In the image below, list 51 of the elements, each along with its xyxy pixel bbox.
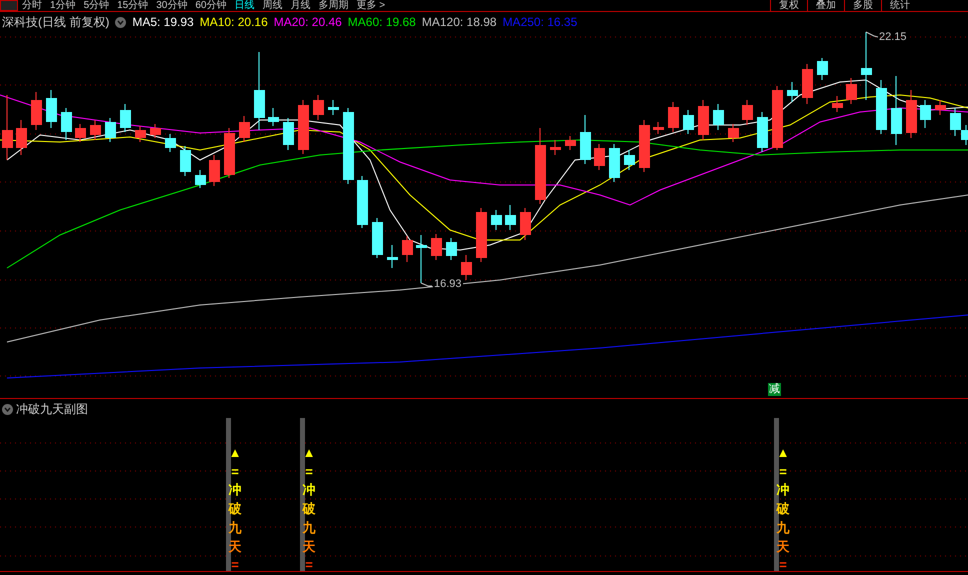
signal-glyph: 天 (776, 538, 790, 556)
period-tab[interactable]: 5分钟 (84, 0, 110, 11)
indicator-title: 冲破九天副图 (16, 401, 88, 418)
period-tab[interactable]: 日线 (234, 0, 254, 11)
toolbar-button[interactable]: 叠加 (807, 0, 844, 11)
signal-glyph: = (778, 462, 788, 481)
toolbar-button[interactable]: 复权 (770, 0, 807, 11)
period-tab[interactable]: 月线 (290, 0, 310, 11)
signal-glyph: = (304, 556, 314, 574)
signal-glyph: 破 (228, 500, 242, 518)
ma-legend-value: MA20: 20.46 (274, 14, 342, 31)
leader-line (866, 32, 878, 38)
chart-title: 深科技(日线 前复权) (2, 14, 110, 31)
signal-glyph: 天 (228, 538, 242, 556)
signal-glyph: 天 (302, 538, 316, 556)
signal-badge: 减 (768, 383, 781, 396)
signal-glyph: 九 (776, 518, 790, 537)
signal-glyph: 破 (302, 500, 316, 518)
collapse-icon[interactable] (115, 16, 126, 28)
ma-legend-value: MA120: 18.98 (422, 14, 497, 31)
signal-glyph: 九 (228, 518, 242, 537)
toolbar-button[interactable]: 多股 (844, 0, 881, 11)
high-price-label: 22.15 (879, 31, 907, 43)
window-icon[interactable] (0, 0, 18, 11)
collapse-icon[interactable] (2, 404, 13, 414)
signal-glyph: 九 (302, 518, 316, 537)
ma-legend-value: MA250: 16.35 (502, 14, 578, 31)
signal-glyph: ▲ (302, 444, 316, 462)
ma-legend-value: MA60: 19.68 (348, 14, 416, 31)
period-tab[interactable]: 周线 (262, 0, 282, 11)
signal-glyph: ▲ (228, 444, 242, 462)
ma-legend-value: MA5: 19.93 (132, 14, 194, 31)
signal-glyph: 冲 (228, 481, 242, 500)
signal-glyph: 冲 (776, 481, 790, 500)
period-tab[interactable]: 更多 > (356, 0, 386, 11)
signal-glyph: = (304, 462, 314, 481)
leader-line (420, 282, 432, 286)
low-price-label: 16.93 (433, 278, 463, 290)
signal-glyph: = (230, 462, 240, 481)
signal-glyph: = (778, 556, 788, 574)
period-tab[interactable]: 15分钟 (117, 0, 148, 11)
signal-glyph: ▲ (776, 444, 790, 462)
signal-glyph: 冲 (302, 481, 316, 500)
period-tab[interactable]: 60分钟 (195, 0, 226, 11)
period-tab[interactable]: 1分钟 (50, 0, 76, 11)
period-tab[interactable]: 分时 (22, 0, 42, 11)
ma-legend-value: MA10: 20.16 (200, 14, 268, 31)
period-tab[interactable]: 30分钟 (156, 0, 188, 11)
signal-glyph: 破 (776, 500, 790, 518)
signal-glyph: = (230, 556, 240, 574)
period-tab[interactable]: 多周期 (318, 0, 348, 11)
